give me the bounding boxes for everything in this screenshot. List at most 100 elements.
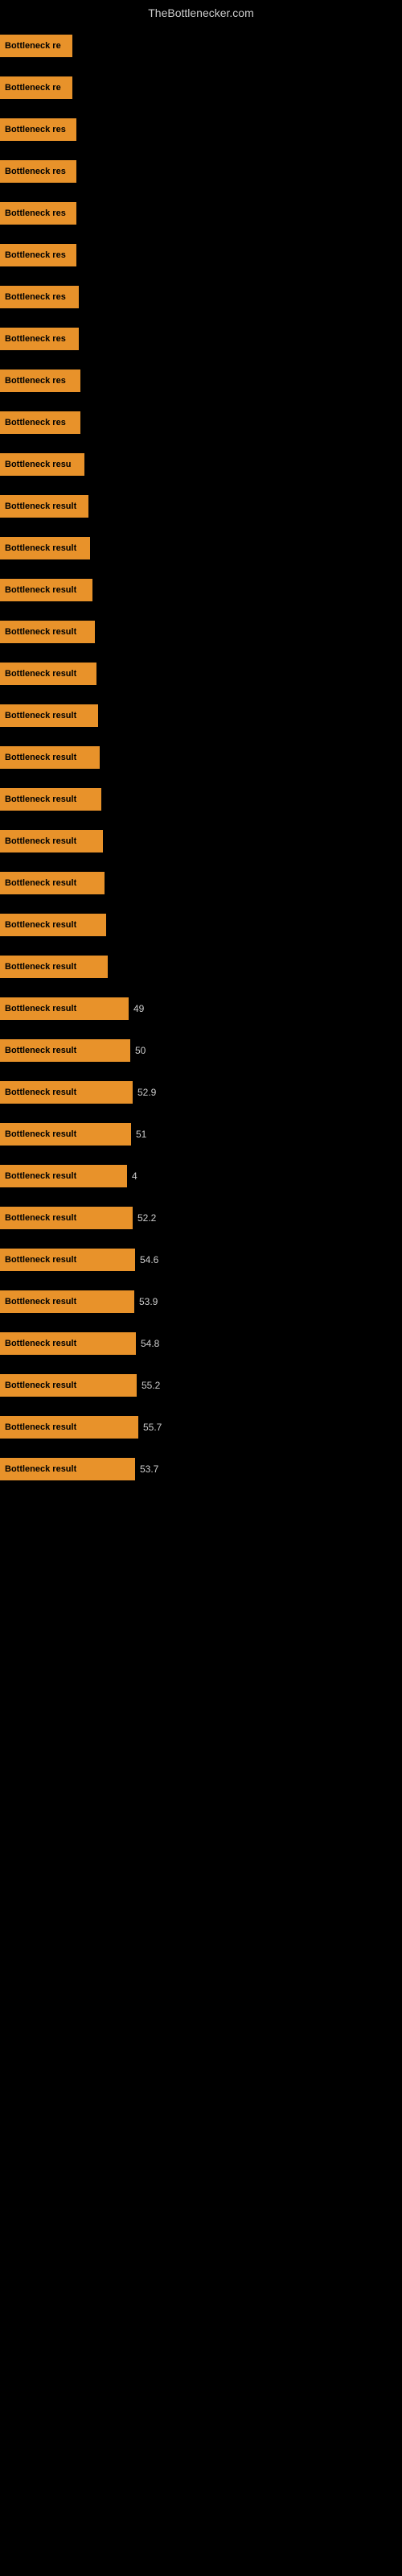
bar-value: 4 bbox=[132, 1170, 137, 1182]
bar-fill: Bottleneck re bbox=[0, 35, 72, 57]
bar-value: 49 bbox=[133, 1003, 144, 1014]
bar-label: Bottleneck res bbox=[5, 167, 66, 176]
bar-label: Bottleneck result bbox=[5, 1004, 76, 1013]
bar-label: Bottleneck result bbox=[5, 1464, 76, 1474]
bar-fill: Bottleneck result bbox=[0, 1123, 131, 1146]
bar-fill: Bottleneck result bbox=[0, 1332, 136, 1355]
bar-fill: Bottleneck result bbox=[0, 956, 108, 978]
bar-label: Bottleneck result bbox=[5, 1213, 76, 1223]
bar-fill: Bottleneck result bbox=[0, 1081, 133, 1104]
bar-value: 50 bbox=[135, 1045, 146, 1056]
bar-row: Bottleneck res bbox=[0, 407, 402, 438]
chart-area: Bottleneck re Bottleneck re Bottleneck res… bbox=[0, 23, 402, 1494]
bar-row: Bottleneck result bbox=[0, 910, 402, 940]
bar-row: Bottleneck result 49 bbox=[0, 993, 402, 1024]
bar-fill: Bottleneck re bbox=[0, 76, 72, 99]
bar-label: Bottleneck result bbox=[5, 711, 76, 720]
site-header: TheBottlenecker.com bbox=[0, 0, 402, 23]
bar-row: Bottleneck result bbox=[0, 952, 402, 982]
bar-fill: Bottleneck result bbox=[0, 830, 103, 852]
bar-label: Bottleneck result bbox=[5, 1339, 76, 1348]
bar-fill: Bottleneck res bbox=[0, 202, 76, 225]
bar-row: Bottleneck result 54.8 bbox=[0, 1328, 402, 1359]
bar-fill: Bottleneck result bbox=[0, 1165, 127, 1187]
bar-fill: Bottleneck res bbox=[0, 118, 76, 141]
bar-row: Bottleneck result 52.9 bbox=[0, 1077, 402, 1108]
bar-row: Bottleneck res bbox=[0, 198, 402, 229]
bar-fill: Bottleneck result bbox=[0, 1039, 130, 1062]
bar-row: Bottleneck result55.2 bbox=[0, 1370, 402, 1401]
bar-label: Bottleneck result bbox=[5, 795, 76, 804]
bar-fill: Bottleneck result bbox=[0, 537, 90, 559]
bar-row: Bottleneck res bbox=[0, 324, 402, 354]
bar-label: Bottleneck result bbox=[5, 1046, 76, 1055]
bar-row: Bottleneck result53.7 bbox=[0, 1454, 402, 1484]
bar-row: Bottleneck res bbox=[0, 240, 402, 270]
bar-value: 54.8 bbox=[141, 1338, 159, 1349]
bar-row: Bottleneck res bbox=[0, 365, 402, 396]
bar-label: Bottleneck result bbox=[5, 920, 76, 930]
bar-row: Bottleneck result bbox=[0, 658, 402, 689]
bar-label: Bottleneck result bbox=[5, 1255, 76, 1265]
bar-label: Bottleneck result bbox=[5, 753, 76, 762]
bar-fill: Bottleneck res bbox=[0, 369, 80, 392]
bar-label: Bottleneck result bbox=[5, 1422, 76, 1432]
bar-value: 54.6 bbox=[140, 1254, 158, 1265]
bar-fill: Bottleneck result bbox=[0, 704, 98, 727]
bar-label: Bottleneck res bbox=[5, 250, 66, 260]
bar-value: 55.7 bbox=[143, 1422, 162, 1433]
bar-label: Bottleneck res bbox=[5, 334, 66, 344]
bar-row: Bottleneck resu bbox=[0, 449, 402, 480]
bar-fill: Bottleneck result bbox=[0, 663, 96, 685]
bar-label: Bottleneck result bbox=[5, 1297, 76, 1307]
bar-row: Bottleneck result bbox=[0, 742, 402, 773]
bar-row: Bottleneck result 52.2 bbox=[0, 1203, 402, 1233]
bar-row: Bottleneck res bbox=[0, 114, 402, 145]
bar-fill: Bottleneck result bbox=[0, 1207, 133, 1229]
bar-row: Bottleneck result bbox=[0, 826, 402, 857]
bar-label: Bottleneck result bbox=[5, 836, 76, 846]
bar-fill: Bottleneck res bbox=[0, 160, 76, 183]
bar-row: Bottleneck result bbox=[0, 784, 402, 815]
bar-row: Bottleneck result53.9 bbox=[0, 1286, 402, 1317]
bar-fill: Bottleneck res bbox=[0, 411, 80, 434]
bar-label: Bottleneck result bbox=[5, 627, 76, 637]
bar-fill: Bottleneck result bbox=[0, 914, 106, 936]
bar-fill: Bottleneck res bbox=[0, 286, 79, 308]
bar-row: Bottleneck result 54.6 bbox=[0, 1245, 402, 1275]
bar-row: Bottleneck res bbox=[0, 156, 402, 187]
bar-fill: Bottleneck result bbox=[0, 621, 95, 643]
bar-row: Bottleneck result 55.7 bbox=[0, 1412, 402, 1443]
bar-fill: Bottleneck result bbox=[0, 579, 92, 601]
bar-label: Bottleneck result bbox=[5, 1171, 76, 1181]
bar-row: Bottleneck result bbox=[0, 617, 402, 647]
bar-fill: Bottleneck result bbox=[0, 1290, 134, 1313]
bar-label: Bottleneck re bbox=[5, 83, 61, 93]
bar-fill: Bottleneck result bbox=[0, 495, 88, 518]
bar-label: Bottleneck res bbox=[5, 125, 66, 134]
bar-label: Bottleneck res bbox=[5, 376, 66, 386]
bar-row: Bottleneck result51 bbox=[0, 1119, 402, 1150]
bar-label: Bottleneck res bbox=[5, 292, 66, 302]
bar-label: Bottleneck result bbox=[5, 962, 76, 972]
bar-label: Bottleneck res bbox=[5, 208, 66, 218]
bar-value: 52.9 bbox=[137, 1087, 156, 1098]
bar-row: Bottleneck result bbox=[0, 575, 402, 605]
bar-fill: Bottleneck res bbox=[0, 244, 76, 266]
bar-row: Bottleneck result bbox=[0, 491, 402, 522]
bar-row: Bottleneck result bbox=[0, 533, 402, 564]
bar-label: Bottleneck result bbox=[5, 1129, 76, 1139]
bar-label: Bottleneck result bbox=[5, 878, 76, 888]
bar-value: 55.2 bbox=[142, 1380, 160, 1391]
bar-label: Bottleneck re bbox=[5, 41, 61, 51]
bar-label: Bottleneck result bbox=[5, 585, 76, 595]
bar-row: Bottleneck result 4 bbox=[0, 1161, 402, 1191]
bar-row: Bottleneck result 50 bbox=[0, 1035, 402, 1066]
bar-label: Bottleneck resu bbox=[5, 460, 72, 469]
bar-label: Bottleneck result bbox=[5, 543, 76, 553]
bar-row: Bottleneck re bbox=[0, 31, 402, 61]
bar-value: 52.2 bbox=[137, 1212, 156, 1224]
bar-fill: Bottleneck result bbox=[0, 746, 100, 769]
bar-label: Bottleneck result bbox=[5, 1088, 76, 1097]
bar-label: Bottleneck result bbox=[5, 502, 76, 511]
